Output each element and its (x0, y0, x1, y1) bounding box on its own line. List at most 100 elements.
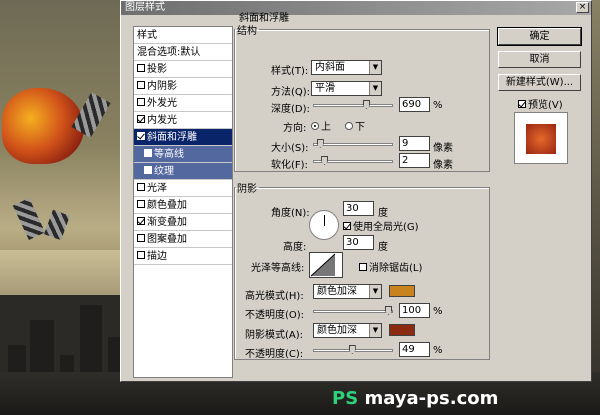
shadow-color-swatch[interactable] (389, 324, 415, 336)
style-item-8[interactable]: 颜色叠加 (134, 197, 232, 214)
antialias-checkbox[interactable]: 消除锯齿(L) (359, 259, 422, 274)
style-item-label: 等高线 (154, 149, 184, 160)
shadow-opacity-input[interactable]: 49 (399, 342, 430, 357)
watermark: PS maya-ps.com (332, 388, 498, 409)
style-item-3[interactable]: 内发光 (134, 112, 232, 129)
preview-checkbox[interactable]: 预览(V) (518, 96, 563, 111)
highlight-mode-select[interactable]: 颜色加深 ▼ (313, 284, 382, 299)
preview-label: 预览(V) (528, 100, 563, 111)
checkbox-icon[interactable] (137, 251, 145, 259)
cancel-button[interactable]: 取消 (498, 51, 581, 68)
gloss-contour-label: 光泽等高线: (251, 263, 305, 274)
style-item-9[interactable]: 渐变叠加 (134, 214, 232, 231)
style-item-5[interactable]: 等高线 (134, 146, 232, 163)
depth-slider[interactable] (313, 100, 393, 109)
structure-title: 结构 (237, 26, 257, 37)
styles-list: 样式 混合选项:默认 投影内阴影 外发光内发光斜面和浮雕等高线纹理光泽颜色叠加渐变… (133, 26, 233, 378)
style-item-1[interactable]: 内阴影 (134, 78, 232, 95)
checkbox-icon[interactable] (137, 115, 145, 123)
style-item-label: 投影 (147, 64, 167, 75)
close-icon[interactable]: × (576, 2, 589, 13)
global-light-checkbox[interactable]: 使用全局光(G) (343, 218, 419, 233)
style-item-label: 纹理 (154, 166, 174, 177)
shadow-opacity-label: 不透明度(C): (245, 349, 304, 360)
highlight-mode-label: 高光模式(H): (245, 291, 304, 302)
size-input[interactable]: 9 (399, 136, 430, 151)
soften-slider[interactable] (313, 156, 393, 165)
altitude-label: 高度: (283, 242, 307, 253)
altitude-input[interactable]: 30 (343, 235, 374, 250)
style-label: 样式(T): (271, 66, 309, 77)
global-light-label: 使用全局光(G) (353, 222, 419, 233)
radio-off-icon (345, 122, 353, 130)
shadow-opacity-unit: % (433, 345, 443, 356)
checkbox-icon (359, 263, 367, 271)
style-item-10[interactable]: 图案叠加 (134, 231, 232, 248)
style-item-label: 描边 (147, 251, 167, 262)
angle-dial[interactable] (309, 210, 339, 240)
shadow-opacity-slider[interactable] (313, 345, 393, 354)
style-item-4[interactable]: 斜面和浮雕 (134, 129, 232, 146)
angle-input[interactable]: 30 (343, 201, 374, 216)
checkbox-icon[interactable] (137, 234, 145, 242)
watermark-text: maya-ps.com (364, 388, 499, 409)
size-slider[interactable] (313, 139, 393, 148)
checkbox-icon (343, 222, 351, 230)
antialias-label: 消除锯齿(L) (369, 263, 423, 274)
highlight-color-swatch[interactable] (389, 285, 415, 297)
radio-on-icon (311, 122, 319, 130)
checkbox-icon[interactable] (144, 166, 152, 174)
chevron-down-icon: ▼ (369, 324, 381, 337)
metal-shard (12, 197, 46, 241)
metal-shard (44, 209, 70, 241)
highlight-opacity-label: 不透明度(O): (245, 310, 305, 321)
shadow-mode-select[interactable]: 颜色加深 ▼ (313, 323, 382, 338)
style-item-0[interactable]: 投影 (134, 61, 232, 78)
contour-curve-icon (310, 253, 336, 277)
blending-options-item[interactable]: 混合选项:默认 (134, 44, 232, 61)
style-item-label: 光泽 (147, 183, 167, 194)
checkbox-icon[interactable] (137, 98, 145, 106)
new-style-button[interactable]: 新建样式(W)... (498, 74, 581, 91)
gloss-contour-picker[interactable] (309, 252, 343, 278)
style-item-6[interactable]: 纹理 (134, 163, 232, 180)
depth-input[interactable]: 690 (399, 97, 430, 112)
method-select[interactable]: 平滑 ▼ (311, 81, 382, 96)
style-item-2[interactable]: 外发光 (134, 95, 232, 112)
style-item-11[interactable]: 描边 (134, 248, 232, 265)
preview-swatch (526, 124, 556, 154)
style-select[interactable]: 内斜面 ▼ (311, 60, 382, 75)
direction-up-radio[interactable]: 上 (311, 118, 331, 133)
direction-down-radio[interactable]: 下 (345, 118, 365, 133)
checkbox-icon[interactable] (137, 217, 145, 225)
soften-input[interactable]: 2 (399, 153, 430, 168)
dialog-title: 图层样式 (125, 2, 165, 13)
chevron-down-icon: ▼ (369, 61, 381, 74)
checkbox-icon[interactable] (137, 81, 145, 89)
ok-button[interactable]: 确定 (497, 27, 582, 46)
style-item-label: 颜色叠加 (147, 200, 187, 211)
checkbox-icon[interactable] (137, 132, 145, 140)
style-item-7[interactable]: 光泽 (134, 180, 232, 197)
method-label: 方法(Q): (271, 87, 311, 98)
checkbox-icon (518, 100, 526, 108)
checkbox-icon[interactable] (137, 64, 145, 72)
shadow-mode-value: 颜色加深 (317, 325, 357, 336)
highlight-opacity-unit: % (433, 306, 443, 317)
highlight-opacity-slider[interactable] (313, 306, 393, 315)
styles-header[interactable]: 样式 (134, 27, 232, 44)
checkbox-icon[interactable] (137, 200, 145, 208)
chevron-down-icon: ▼ (369, 285, 381, 298)
style-item-label: 内发光 (147, 115, 177, 126)
checkbox-icon[interactable] (144, 149, 152, 157)
highlight-mode-value: 颜色加深 (317, 286, 357, 297)
layer-style-dialog: 图层样式 × 样式 混合选项:默认 投影内阴影 外发光内发光斜面和浮雕等高线纹理光… (120, 0, 592, 382)
checkbox-icon[interactable] (137, 183, 145, 191)
style-select-value: 内斜面 (315, 62, 345, 73)
dialog-titlebar[interactable]: 图层样式 × (121, 1, 591, 15)
size-label: 大小(S): (271, 143, 309, 154)
style-item-label: 斜面和浮雕 (147, 132, 197, 143)
highlight-opacity-input[interactable]: 100 (399, 303, 430, 318)
angle-unit: 度 (378, 208, 388, 219)
method-select-value: 平滑 (315, 83, 335, 94)
